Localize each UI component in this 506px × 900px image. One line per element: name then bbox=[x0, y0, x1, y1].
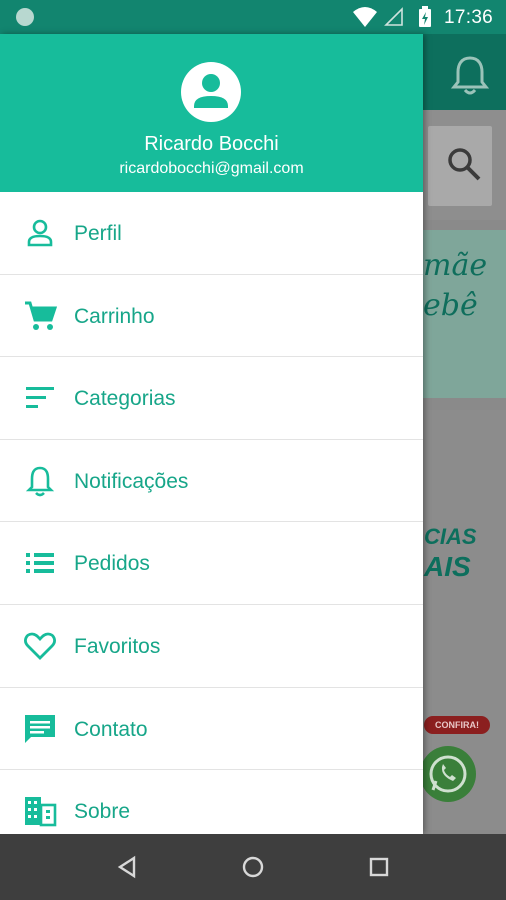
list-icon bbox=[22, 548, 58, 578]
bell-icon bbox=[450, 56, 490, 95]
menu-item-perfil[interactable]: Perfil bbox=[0, 192, 423, 275]
user-name: Ricardo Bocchi bbox=[144, 133, 279, 155]
avatar-icon[interactable] bbox=[181, 62, 241, 122]
chat-icon bbox=[22, 714, 58, 744]
home-circle-icon bbox=[242, 856, 264, 878]
menu-item-label: Categorias bbox=[74, 387, 176, 411]
recents-button[interactable] bbox=[364, 852, 394, 882]
whatsapp-icon bbox=[420, 746, 476, 802]
cart-icon bbox=[22, 301, 58, 331]
sort-icon bbox=[22, 383, 58, 413]
bell-icon bbox=[22, 466, 58, 497]
menu-item-label: Notificações bbox=[74, 469, 189, 493]
menu-item-label: Pedidos bbox=[74, 552, 150, 576]
menu-item-label: Sobre bbox=[74, 800, 131, 824]
status-bar: 17:36 bbox=[0, 0, 506, 34]
battery-icon bbox=[419, 6, 431, 27]
drawer-header: Ricardo Bocchi ricardobocchi@gmail.com bbox=[0, 34, 423, 192]
back-triangle-icon bbox=[117, 855, 136, 879]
banner-line-2: ebê bbox=[423, 288, 478, 323]
system-navigation-bar bbox=[0, 834, 506, 900]
menu-item-label: Favoritos bbox=[74, 634, 161, 658]
wifi-icon bbox=[353, 7, 377, 27]
menu-item-notificacoes[interactable]: Notificações bbox=[0, 440, 423, 523]
building-icon bbox=[22, 796, 58, 827]
home-button[interactable] bbox=[238, 852, 268, 882]
clock: 17:36 bbox=[444, 7, 494, 28]
notification-dot-icon bbox=[16, 8, 34, 26]
menu-item-categorias[interactable]: Categorias bbox=[0, 357, 423, 440]
search-icon bbox=[448, 148, 481, 181]
promo-line-1: CIAS bbox=[424, 524, 477, 549]
navigation-drawer: Ricardo Bocchi ricardobocchi@gmail.com P… bbox=[0, 34, 423, 834]
menu-item-sobre[interactable]: Sobre bbox=[0, 770, 423, 834]
confira-badge: CONFIRA! bbox=[424, 716, 490, 734]
banner-line-1: mãe bbox=[423, 248, 488, 283]
person-icon bbox=[22, 218, 58, 248]
menu-item-label: Contato bbox=[74, 717, 148, 741]
menu-item-pedidos[interactable]: Pedidos bbox=[0, 522, 423, 605]
menu-item-carrinho[interactable]: Carrinho bbox=[0, 275, 423, 358]
signal-icon bbox=[384, 7, 403, 26]
promo-line-2: AIS bbox=[424, 551, 471, 582]
menu-item-label: Perfil bbox=[74, 222, 122, 245]
menu-item-contato[interactable]: Contato bbox=[0, 688, 423, 771]
menu-item-label: Carrinho bbox=[74, 304, 155, 328]
back-button[interactable] bbox=[112, 852, 142, 882]
user-email: ricardobocchi@gmail.com bbox=[119, 160, 304, 177]
menu-item-favoritos[interactable]: Favoritos bbox=[0, 605, 423, 688]
background-promo-text: CIAS AIS bbox=[424, 522, 477, 582]
heart-icon bbox=[22, 631, 58, 661]
drawer-menu: Perfil Carrinho Categorias Notificações bbox=[0, 192, 423, 834]
background-banner-text: mãe ebê bbox=[423, 246, 487, 326]
recents-square-icon bbox=[369, 857, 389, 877]
